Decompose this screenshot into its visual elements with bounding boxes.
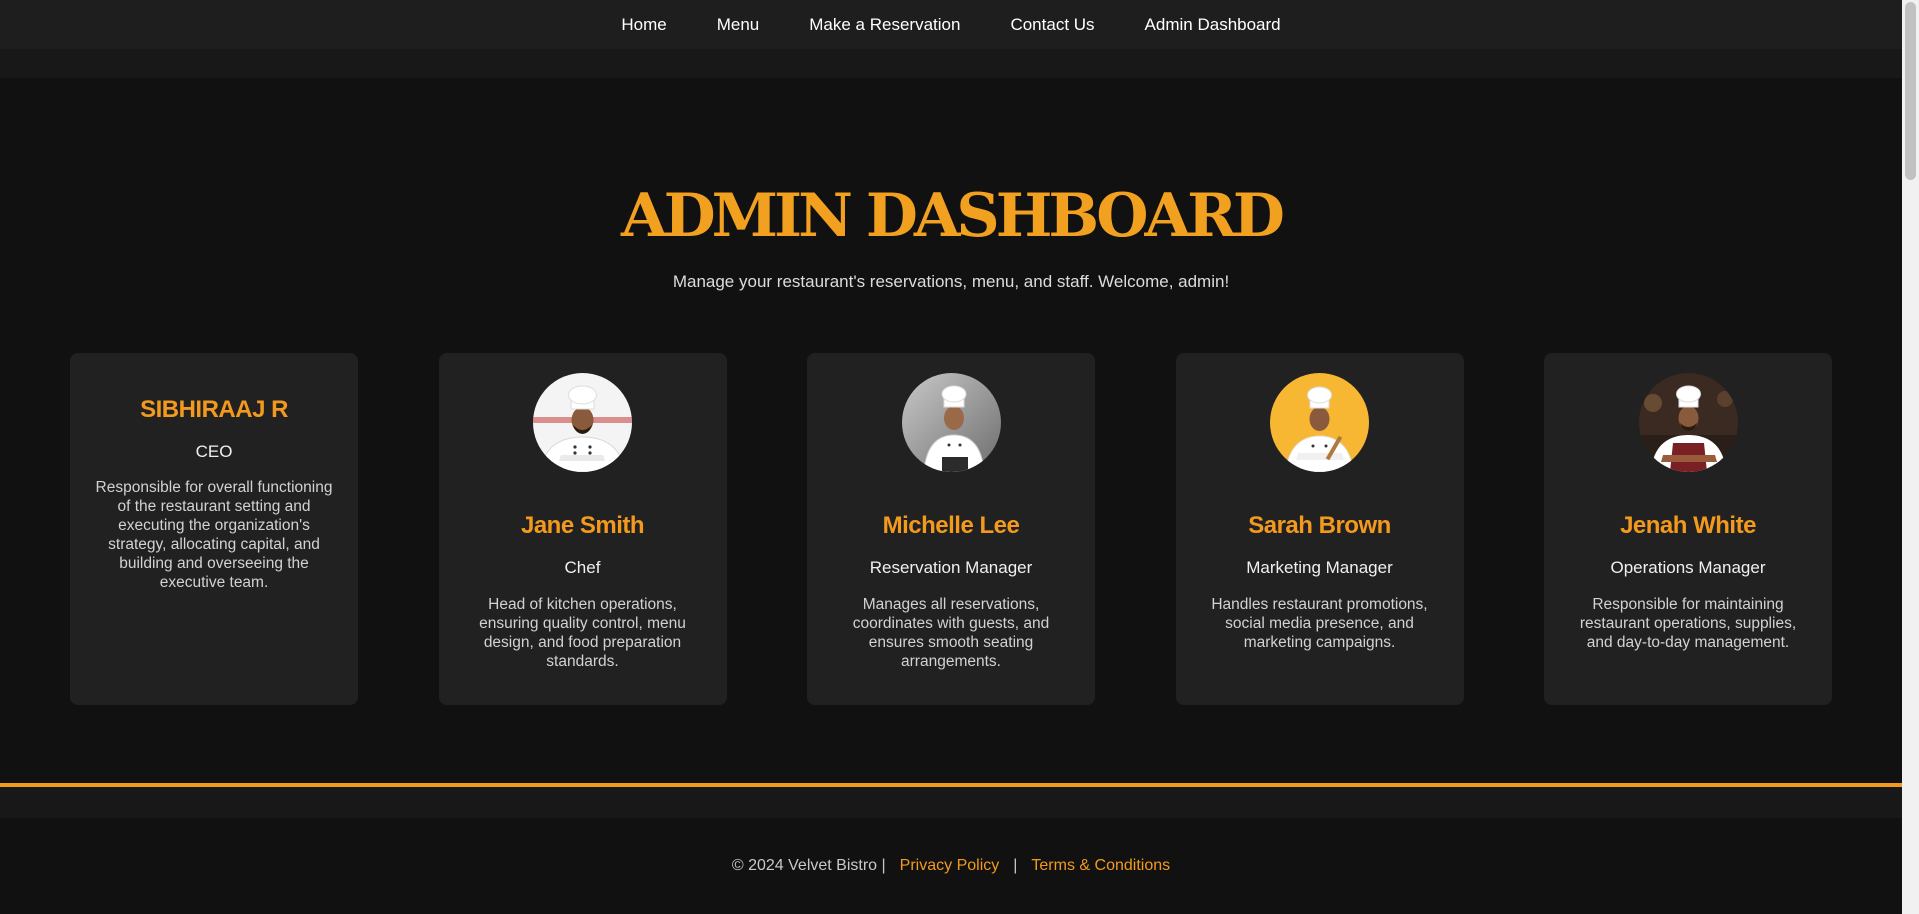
staff-name: Michelle Lee [882,512,1020,539]
staff-card-marketing-manager: Sarah Brown Marketing Manager Handles re… [1175,353,1464,705]
scrollbar-thumb[interactable] [1905,2,1916,180]
staff-name: Jane Smith [520,512,645,539]
nav-contact-link[interactable]: Contact Us [1010,15,1094,35]
staff-description: Responsible for maintaining restaurant o… [1579,596,1797,651]
page-title: ADMIN DASHBOARD [621,181,1285,251]
staff-photo [901,373,1001,472]
staff-role: Operations Manager [1610,558,1766,577]
staff-role: Marketing Manager [1246,558,1393,577]
page-scrollbar[interactable] [1902,0,1919,914]
page: Home Menu Make a Reservation Contact Us … [0,0,1919,914]
staff-name: Jenah White [1620,512,1756,539]
footer-separator: | [1013,857,1018,874]
staff-description: Head of kitchen operations, ensuring qua… [479,596,686,670]
staff-card-reservation-manager: Michelle Lee Reservation Manager Manages… [807,353,1095,705]
chef-avatar-icon [1270,373,1369,472]
staff-photo [1270,373,1369,472]
staff-cards: SIBHIRAAJ R CEO Responsible for overall … [70,353,1832,705]
staff-description: Handles restaurant promotions, social me… [1211,596,1428,651]
staff-photo [1638,373,1738,472]
staff-description: Responsible for overall functioning of t… [95,479,333,591]
staff-role: CEO [195,442,233,461]
chef-avatar-icon [1638,373,1738,472]
footer-copyright: © 2024 Velvet Bistro | [731,857,886,874]
footer: © 2024 Velvet Bistro | Privacy Policy | … [0,818,1902,914]
nav-home-link[interactable]: Home [621,15,666,35]
staff-role: Reservation Manager [869,558,1033,577]
staff-description: Manages all reservations, coordinates wi… [852,596,1050,670]
privacy-policy-link[interactable]: Privacy Policy [900,857,1000,875]
staff-card-ceo: SIBHIRAAJ R CEO Responsible for overall … [70,353,358,705]
staff-card-operations-manager: Jenah White Operations Manager Responsib… [1544,353,1832,705]
top-navigation: Home Menu Make a Reservation Contact Us … [0,0,1902,49]
chef-avatar-icon [533,373,632,472]
chef-avatar-icon [901,373,1001,472]
staff-photo [533,373,632,472]
terms-conditions-link[interactable]: Terms & Conditions [1031,857,1170,875]
staff-name: SIBHIRAAJ R [140,396,288,423]
page-subtitle: Manage your restaurant's reservations, m… [672,272,1230,291]
staff-name: Sarah Brown [1248,512,1391,539]
nav-reservation-link[interactable]: Make a Reservation [809,15,960,35]
nav-admin-dashboard-link[interactable]: Admin Dashboard [1145,15,1281,35]
staff-card-chef: Jane Smith Chef Head of kitchen operatio… [438,353,727,705]
staff-role: Chef [564,558,601,577]
footer-spacer-band [0,787,1902,818]
nav-spacer-band [0,49,1902,78]
nav-menu-link[interactable]: Menu [717,15,760,35]
